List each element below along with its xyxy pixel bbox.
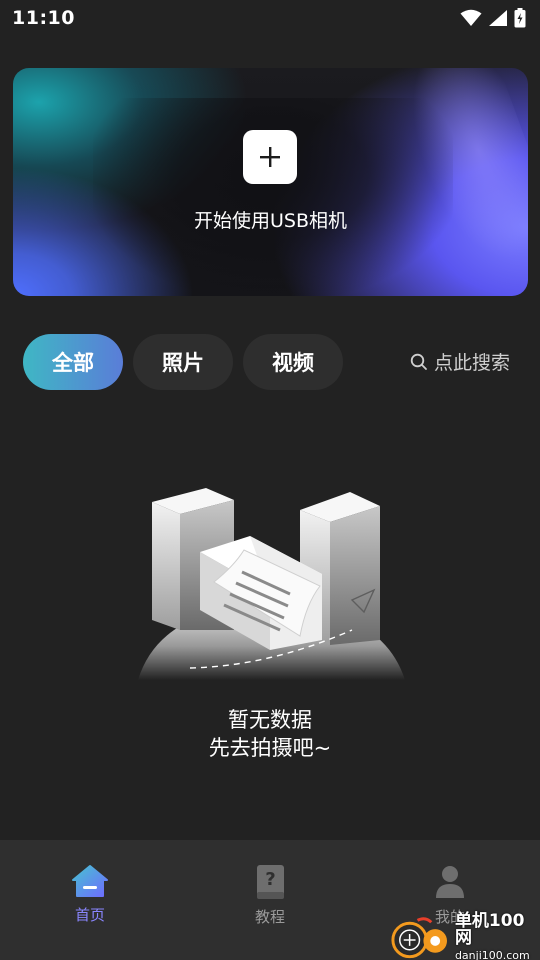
watermark-text: 单机100网 danji100.com <box>455 913 540 960</box>
svg-text:?: ? <box>265 869 275 890</box>
empty-state-illustration <box>138 488 405 680</box>
help-book-icon: ? <box>257 865 284 899</box>
plus-icon <box>260 147 280 167</box>
watermark-cn: 单机100网 <box>454 911 525 948</box>
nav-home[interactable]: 首页 <box>30 864 150 925</box>
status-icons <box>460 8 526 28</box>
site-watermark: 单机100网 danji100.com <box>388 913 540 960</box>
watermark-logo <box>391 917 448 959</box>
status-bar: 11:10 <box>0 0 540 36</box>
battery-charging-icon <box>514 8 526 28</box>
wifi-icon <box>460 9 482 26</box>
hero-label: 开始使用USB相机 <box>193 210 347 232</box>
hero-shadow <box>93 98 453 296</box>
tab-photos[interactable]: 照片 <box>133 334 233 390</box>
filter-row: 全部 照片 视频 点此搜索 <box>23 334 523 390</box>
home-icon <box>72 865 108 897</box>
status-time: 11:10 <box>12 7 75 29</box>
usb-camera-card[interactable]: 开始使用USB相机 <box>13 68 528 296</box>
tab-all[interactable]: 全部 <box>23 334 123 390</box>
search-placeholder: 点此搜索 <box>434 352 511 374</box>
empty-state-title: 暂无数据 <box>228 708 312 732</box>
signal-icon <box>489 10 507 26</box>
person-icon <box>436 866 464 898</box>
watermark-en: danji100.com <box>454 949 530 960</box>
empty-state-message: 暂无数据 先去拍摄吧~ <box>0 706 540 762</box>
search-button[interactable]: 点此搜索 <box>410 348 510 375</box>
search-icon <box>410 353 427 370</box>
tab-videos[interactable]: 视频 <box>243 334 343 390</box>
nav-home-label: 首页 <box>74 906 105 924</box>
nav-tutorial[interactable]: ? 教程 <box>210 864 330 927</box>
empty-state-subtitle: 先去拍摄吧~ <box>208 736 332 760</box>
nav-tutorial-label: 教程 <box>254 908 285 926</box>
add-camera-button[interactable] <box>243 130 297 184</box>
